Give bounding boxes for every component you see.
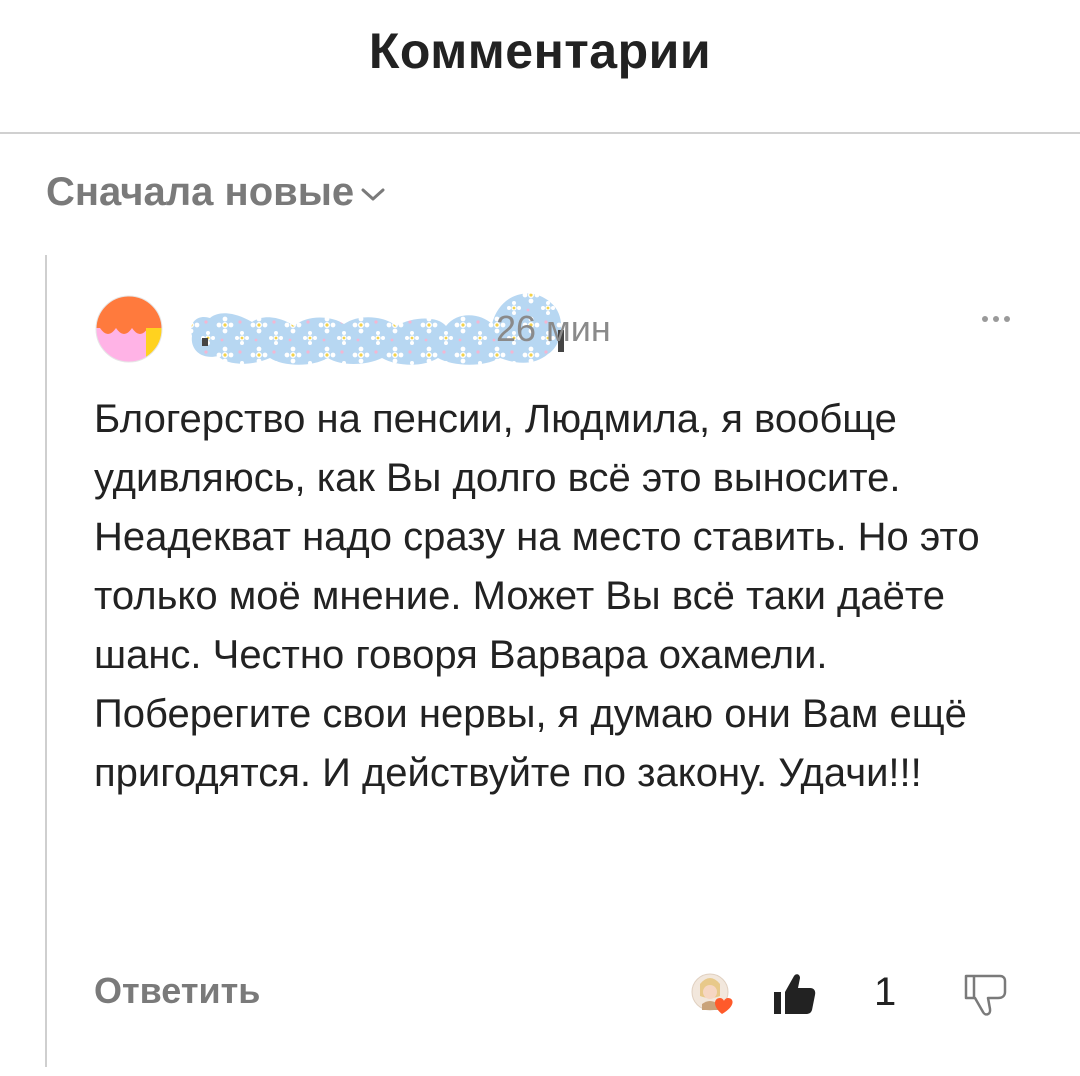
thumbs-up-icon[interactable] <box>770 970 818 1018</box>
comment-text: Блогерство на пенсии, Людмила, я вообще … <box>94 397 980 795</box>
thumbs-down-icon[interactable] <box>960 970 1010 1020</box>
comment-time: 26 мин <box>496 308 611 349</box>
thread-line <box>45 255 47 1067</box>
page-title: Комментарии <box>368 23 712 79</box>
more-options-button[interactable] <box>982 316 1010 322</box>
dot-icon <box>1004 316 1010 322</box>
reaction-avatar-icon[interactable] <box>690 970 738 1018</box>
sort-selector[interactable]: Сначала новые <box>46 170 386 215</box>
chevron-down-icon <box>361 188 385 200</box>
reply-button[interactable]: Ответить <box>94 970 260 1012</box>
avatar[interactable] <box>94 294 164 364</box>
dot-icon <box>993 316 999 322</box>
sort-label: Сначала новые <box>46 170 355 214</box>
dot-icon <box>982 316 988 322</box>
page-header: Комментарии <box>0 0 1080 134</box>
like-count: 1 <box>874 970 897 1014</box>
